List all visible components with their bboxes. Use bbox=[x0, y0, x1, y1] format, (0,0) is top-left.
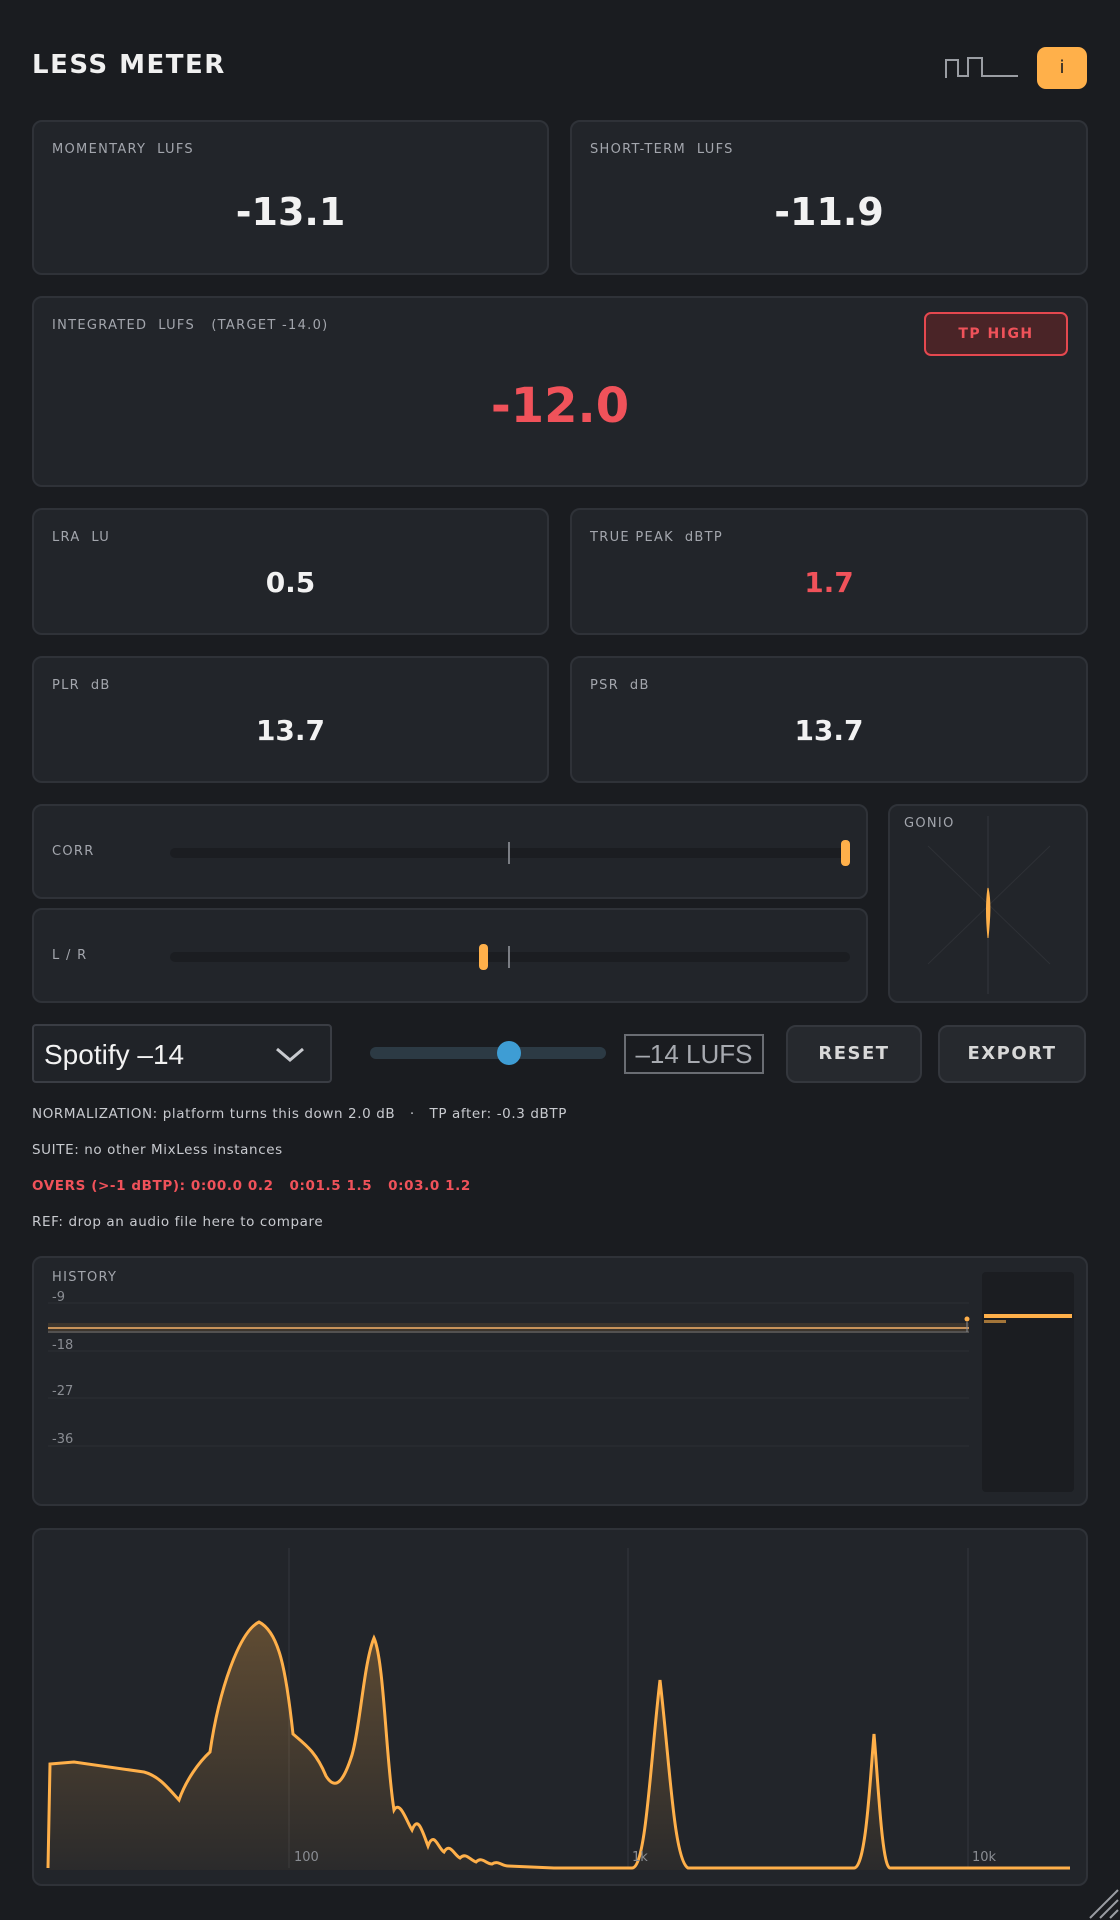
spectrum-tick: 1k bbox=[632, 1850, 648, 1865]
app-title: LESS METER bbox=[32, 50, 226, 80]
short-term-value: -11.9 bbox=[774, 190, 884, 234]
spectrum-graph bbox=[46, 1548, 1070, 1870]
true-peak-label: TRUE PEAK dBTP bbox=[590, 530, 724, 545]
waveform-logo-icon bbox=[945, 57, 1018, 78]
true-peak-value: 1.7 bbox=[804, 566, 854, 599]
spectrum-tick: 100 bbox=[294, 1850, 319, 1865]
overs-info: OVERS (>-1 dBTP): 0:00.0 0.2 0:01.5 1.5 … bbox=[32, 1178, 471, 1194]
resize-grip-icon[interactable] bbox=[1084, 1884, 1120, 1920]
psr-value: 13.7 bbox=[794, 714, 864, 747]
goniometer-display bbox=[927, 816, 1051, 994]
balance-meter-card: L / R bbox=[32, 908, 868, 1003]
correlation-meter-card: CORR bbox=[32, 804, 868, 899]
lra-card: LRA LU 0.5 bbox=[32, 508, 549, 635]
short-term-lufs-card: SHORT-TERM LUFS -11.9 bbox=[570, 120, 1088, 275]
history-side-meter bbox=[982, 1272, 1074, 1492]
history-tick: -18 bbox=[52, 1338, 74, 1353]
history-panel: HISTORY -9 -18 -27 -36 bbox=[32, 1256, 1088, 1506]
suite-info: SUITE: no other MixLess instances bbox=[32, 1142, 283, 1158]
integrated-label: INTEGRATED LUFS (TARGET -14.0) bbox=[52, 318, 329, 333]
history-tick: -36 bbox=[52, 1432, 74, 1447]
lr-indicator bbox=[478, 944, 488, 970]
integrated-value: -12.0 bbox=[490, 378, 630, 434]
momentary-label: MOMENTARY LUFS bbox=[52, 142, 194, 157]
platform-select[interactable]: Spotify –14 bbox=[32, 1024, 332, 1083]
normalization-info: NORMALIZATION: platform turns this down … bbox=[32, 1106, 567, 1122]
short-term-label: SHORT-TERM LUFS bbox=[590, 142, 734, 157]
platform-select-value: Spotify –14 bbox=[44, 1039, 185, 1070]
lufs-target-readout[interactable]: –14 LUFS bbox=[624, 1034, 764, 1074]
corr-indicator bbox=[841, 840, 850, 866]
history-graph bbox=[48, 1272, 1074, 1492]
momentary-lufs-card: MOMENTARY LUFS -13.1 bbox=[32, 120, 549, 275]
info-button[interactable]: i bbox=[1037, 47, 1087, 89]
lra-label: LRA LU bbox=[52, 530, 111, 545]
momentary-value: -13.1 bbox=[235, 190, 346, 234]
corr-center-mark bbox=[508, 842, 510, 864]
lr-center-mark bbox=[508, 946, 510, 968]
lr-label: L / R bbox=[52, 948, 88, 963]
chevron-down-icon bbox=[276, 1047, 304, 1062]
reset-button[interactable]: RESET bbox=[786, 1025, 922, 1083]
history-tick: -27 bbox=[52, 1384, 74, 1399]
plr-value: 13.7 bbox=[255, 714, 326, 747]
tp-high-button[interactable]: TP HIGH bbox=[924, 312, 1068, 356]
target-slider-thumb[interactable] bbox=[497, 1041, 522, 1065]
reference-drop-info[interactable]: REF: drop an audio file here to compare bbox=[32, 1214, 323, 1230]
spectrum-panel: 100 1k 10k bbox=[32, 1528, 1088, 1886]
target-slider-track[interactable] bbox=[370, 1041, 606, 1065]
corr-label: CORR bbox=[52, 844, 95, 859]
history-tick: -9 bbox=[52, 1290, 65, 1305]
export-button[interactable]: EXPORT bbox=[938, 1025, 1086, 1083]
plr-label: PLR dB bbox=[52, 678, 111, 693]
corr-track bbox=[170, 840, 850, 866]
goniometer-card: GONIO bbox=[888, 804, 1088, 1003]
lr-track bbox=[170, 944, 850, 970]
spectrum-tick: 10k bbox=[972, 1850, 997, 1865]
integrated-lufs-card: INTEGRATED LUFS (TARGET -14.0) TP HIGH -… bbox=[32, 296, 1088, 487]
lra-value: 0.5 bbox=[265, 566, 316, 599]
plr-card: PLR dB 13.7 bbox=[32, 656, 549, 783]
psr-label: PSR dB bbox=[590, 678, 650, 693]
psr-card: PSR dB 13.7 bbox=[570, 656, 1088, 783]
true-peak-card: TRUE PEAK dBTP 1.7 bbox=[570, 508, 1088, 635]
